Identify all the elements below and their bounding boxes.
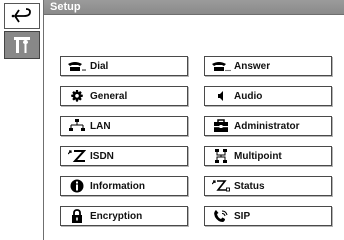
- lock-icon: [67, 207, 87, 225]
- sip-phone-icon: [211, 207, 231, 225]
- dial-icon: [67, 57, 87, 75]
- sip-button[interactable]: SIP: [204, 206, 332, 226]
- speaker-icon: [211, 87, 231, 105]
- audio-label: Audio: [234, 90, 263, 102]
- multipoint-label: Multipoint: [234, 150, 282, 162]
- status-label: Status: [234, 180, 265, 192]
- answer-button[interactable]: Answer: [204, 56, 332, 76]
- multipoint-button[interactable]: Multipoint: [204, 146, 332, 166]
- audio-button[interactable]: Audio: [204, 86, 332, 106]
- general-label: General: [90, 90, 128, 102]
- dial-button[interactable]: Dial: [60, 56, 188, 76]
- answer-label: Answer: [234, 60, 271, 72]
- tools-icon: [14, 37, 30, 53]
- back-arrow-icon: [11, 8, 31, 23]
- information-label: Information: [90, 180, 145, 192]
- multipoint-icon: [211, 147, 231, 165]
- encryption-button[interactable]: Encryption: [60, 206, 188, 226]
- network-icon: [67, 117, 87, 135]
- sidebar: [0, 0, 44, 240]
- dial-label: Dial: [90, 60, 109, 72]
- sip-label: SIP: [234, 210, 251, 222]
- answer-icon: [211, 57, 231, 75]
- lan-label: LAN: [90, 120, 111, 132]
- administrator-button[interactable]: Administrator: [204, 116, 332, 136]
- tools-button[interactable]: [4, 31, 40, 59]
- title-bar: Setup: [44, 0, 344, 15]
- toolbox-icon: [211, 117, 231, 135]
- lan-button[interactable]: LAN: [60, 116, 188, 136]
- status-icon: [211, 177, 231, 195]
- isdn-button[interactable]: ISDN: [60, 146, 188, 166]
- isdn-label: ISDN: [90, 150, 114, 162]
- setup-menu: Dial Answer General Audio LAN Administra…: [44, 15, 344, 240]
- administrator-label: Administrator: [234, 120, 300, 132]
- gear-icon: [67, 87, 87, 105]
- page-title: Setup: [50, 1, 81, 13]
- information-button[interactable]: Information: [60, 176, 188, 196]
- encryption-label: Encryption: [90, 210, 143, 222]
- status-button[interactable]: Status: [204, 176, 332, 196]
- general-button[interactable]: General: [60, 86, 188, 106]
- back-button[interactable]: [4, 3, 40, 29]
- info-icon: [67, 177, 87, 195]
- isdn-icon: [67, 147, 87, 165]
